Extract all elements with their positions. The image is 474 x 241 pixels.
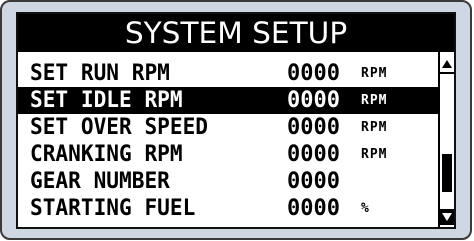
scroll-down-button[interactable]	[440, 209, 454, 225]
menu-item-set-idle-rpm[interactable]: SET IDLE RPM 0000 RPM	[18, 87, 438, 114]
menu-item-value: 0000	[287, 61, 340, 86]
scrollbar[interactable]	[438, 52, 454, 227]
menu-item-set-over-speed[interactable]: SET OVER SPEED 0000 RPM	[18, 114, 438, 141]
menu-item-value: 0000	[287, 142, 340, 167]
triangle-down-icon	[442, 213, 452, 221]
menu-item-unit: RPM	[361, 120, 388, 135]
screen-title: SYSTEM SETUP	[18, 14, 454, 52]
menu-item-unit: RPM	[361, 147, 388, 162]
menu-item-starting-fuel[interactable]: STARTING FUEL 0000 %	[18, 195, 438, 222]
scroll-up-button[interactable]	[440, 56, 454, 72]
menu-item-label: GEAR NUMBER	[30, 169, 170, 194]
menu-item-unit: RPM	[361, 66, 388, 81]
menu-item-label: SET IDLE RPM	[30, 88, 183, 113]
scrollbar-thumb[interactable]	[442, 153, 452, 192]
menu-item-value: 0000	[287, 169, 340, 194]
setup-menu: SET RUN RPM 0000 RPM SET IDLE RPM 0000 R…	[18, 60, 438, 222]
lcd-display: SYSTEM SETUP SET RUN RPM 0000 RPM SET ID…	[16, 12, 456, 229]
menu-item-value: 0000	[287, 88, 340, 113]
menu-item-label: SET RUN RPM	[30, 61, 170, 86]
menu-item-label: CRANKING RPM	[30, 142, 183, 167]
triangle-up-icon	[442, 60, 452, 68]
menu-item-label: STARTING FUEL	[30, 196, 196, 221]
scrollbar-divider	[440, 72, 454, 74]
menu-item-value: 0000	[287, 196, 340, 221]
menu-item-set-run-rpm[interactable]: SET RUN RPM 0000 RPM	[18, 60, 438, 87]
menu-item-label: SET OVER SPEED	[30, 115, 209, 140]
menu-item-cranking-rpm[interactable]: CRANKING RPM 0000 RPM	[18, 141, 438, 168]
menu-item-unit: RPM	[361, 93, 388, 108]
menu-item-value: 0000	[287, 115, 340, 140]
menu-item-gear-number[interactable]: GEAR NUMBER 0000	[18, 168, 438, 195]
menu-item-unit: %	[361, 201, 370, 216]
device-bezel: SYSTEM SETUP SET RUN RPM 0000 RPM SET ID…	[0, 0, 472, 240]
